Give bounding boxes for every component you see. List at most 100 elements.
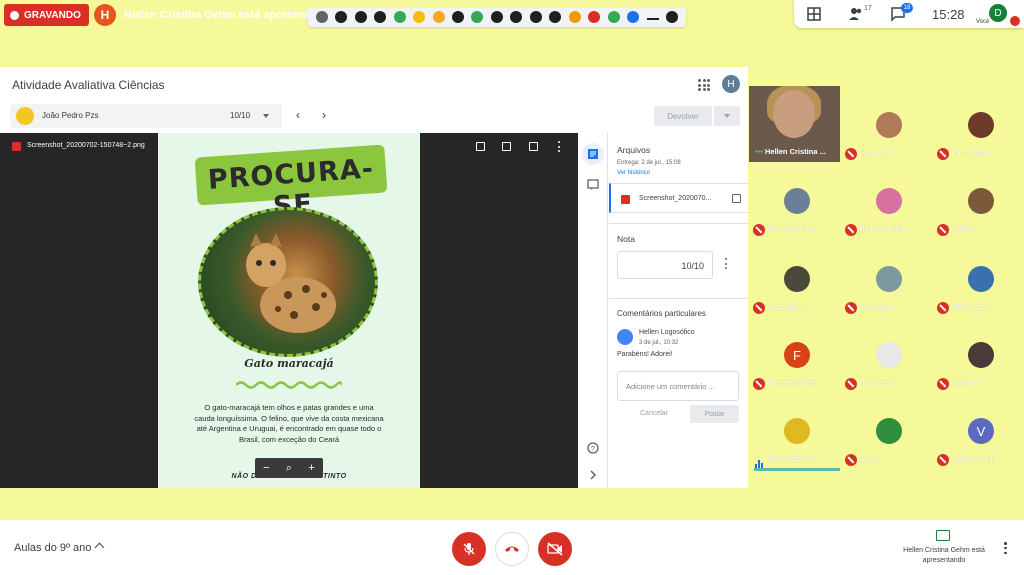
attendance-icon[interactable] xyxy=(393,11,406,23)
folder-icon[interactable] xyxy=(568,11,581,23)
participant-tile[interactable]: A Luiz xyxy=(844,418,932,478)
previous-student-button[interactable]: ‹ xyxy=(296,108,300,122)
add-comment-icon[interactable] xyxy=(475,141,486,152)
history-link[interactable]: Ver histórico xyxy=(617,170,650,176)
poster-description: O gato-maracajá tem olhos e patas grande… xyxy=(194,403,384,444)
mic-off-icon xyxy=(845,224,857,236)
calendar-icon[interactable] xyxy=(510,11,523,23)
people-icon[interactable] xyxy=(848,6,864,22)
participant-name: Igor quarto xyxy=(860,304,894,311)
participant-name: Fernanda Ague... xyxy=(768,226,822,233)
participant-name: Hugo Pilar xyxy=(860,150,893,157)
participant-tile[interactable]: mobile xyxy=(936,188,1024,248)
eye-icon[interactable] xyxy=(335,11,348,23)
present-screen-icon[interactable] xyxy=(936,530,950,541)
assignment-details-icon[interactable] xyxy=(587,148,599,160)
grade-more-icon[interactable] xyxy=(725,258,728,269)
rubric-icon[interactable] xyxy=(587,179,599,191)
participant-name: Barbosa Rumil xyxy=(860,226,906,233)
help-icon[interactable] xyxy=(627,11,640,23)
open-in-new-icon[interactable] xyxy=(732,194,741,203)
assignment-title: Atividade Avaliativa Ciências xyxy=(12,78,165,92)
audio-level-icon xyxy=(755,455,765,468)
participant-tile[interactable]: F Frederico Sales... xyxy=(752,342,840,402)
participant-tile[interactable]: V Valentina Aldo xyxy=(936,418,1024,478)
divider xyxy=(609,223,748,224)
volume-icon[interactable] xyxy=(374,11,387,23)
quote-icon[interactable] xyxy=(529,11,542,23)
more-options-icon[interactable] xyxy=(558,141,561,152)
help-icon[interactable]: ? xyxy=(587,442,599,454)
chevron-down-icon xyxy=(263,114,269,118)
emoji-icon[interactable] xyxy=(432,11,445,23)
zoom-out-button[interactable]: − xyxy=(263,462,269,474)
comment-author: Hellen Logosófico xyxy=(639,329,695,336)
participant-tile[interactable]: Lucas Bastal... xyxy=(752,266,840,326)
wave-decoration xyxy=(236,381,342,389)
move-icon[interactable] xyxy=(666,11,679,23)
participant-name: Paulo Maria xyxy=(952,150,990,157)
participant-avatar xyxy=(968,188,994,214)
presenter-avatar: H xyxy=(94,4,116,26)
participant-name: Lucas Bastal... xyxy=(768,304,814,311)
comments-heading: Comentários particulares xyxy=(617,309,706,318)
hand-icon[interactable] xyxy=(413,11,426,23)
comment-input[interactable]: Adicione um comentário ... xyxy=(617,371,739,401)
participant-tile[interactable]: Bernardeira xyxy=(844,342,932,402)
participant-tile[interactable]: Hugo Pilar xyxy=(844,112,932,172)
camera-toggle-button[interactable] xyxy=(538,532,572,566)
clock-icon[interactable] xyxy=(354,11,367,23)
presenter-video-tile[interactable]: ••• Hellen Cristina ... xyxy=(749,86,840,162)
participant-avatar xyxy=(876,112,902,138)
share-icon[interactable] xyxy=(452,11,465,23)
participant-name: A Luiz xyxy=(860,456,880,463)
student-name: João Pedro Pzs xyxy=(42,111,99,120)
document-icon[interactable] xyxy=(549,11,562,23)
cancel-button[interactable]: Cancelar xyxy=(640,410,668,417)
mic-toggle-button[interactable] xyxy=(452,532,486,566)
meeting-name[interactable]: Aulas do 9º ano xyxy=(14,542,91,554)
participant-avatar xyxy=(968,112,994,138)
chevron-up-icon[interactable] xyxy=(94,542,105,553)
person-icon[interactable] xyxy=(588,11,601,23)
attached-file-chip[interactable]: Screenshot_2020070... xyxy=(609,183,748,213)
participant-tile[interactable]: João marco xyxy=(936,266,1024,326)
settings-icon[interactable] xyxy=(490,11,503,23)
mic-off-icon xyxy=(753,302,765,314)
print-icon[interactable] xyxy=(501,141,512,152)
layout-icon[interactable] xyxy=(806,6,822,22)
grade-input[interactable]: 10/10 xyxy=(617,251,713,279)
participant-avatar xyxy=(876,266,902,292)
participant-name: Laura Fit xyxy=(952,380,980,387)
apps-grid-icon[interactable] xyxy=(698,79,710,91)
info-icon[interactable] xyxy=(315,11,328,23)
poster-image: PROCURA-SE Gato maracajá O gato-maracajá… xyxy=(158,133,420,488)
mic-off-icon xyxy=(937,302,949,314)
return-button[interactable]: Devolver xyxy=(654,106,712,126)
play-store-icon[interactable] xyxy=(607,11,620,23)
more-options-icon[interactable] xyxy=(1004,542,1007,554)
return-options-button[interactable] xyxy=(714,106,740,126)
participant-tile[interactable]: Fernanda Ague... xyxy=(752,188,840,248)
leave-call-button[interactable] xyxy=(495,532,529,566)
download-icon[interactable] xyxy=(528,141,539,152)
account-avatar[interactable]: H xyxy=(722,75,740,93)
files-heading: Arquivos xyxy=(617,145,651,155)
participant-tile[interactable]: Laura Fit xyxy=(936,342,1024,402)
minimize-icon[interactable] xyxy=(646,14,659,20)
participant-tile[interactable]: Barbosa Rumil xyxy=(844,188,932,248)
student-selector[interactable]: João Pedro Pzs 10/10 xyxy=(10,104,282,128)
participant-avatar xyxy=(784,188,810,214)
you-label: Você xyxy=(976,19,990,25)
chevron-right-icon[interactable] xyxy=(587,469,599,481)
poster-subtitle: Gato maracajá xyxy=(244,357,334,370)
participant-tile[interactable]: Paulo Maria xyxy=(936,112,1024,172)
zoom-in-button[interactable]: + xyxy=(308,462,314,474)
next-student-button[interactable]: › xyxy=(322,108,326,122)
participant-tile[interactable]: João Pedro Pzs xyxy=(752,418,840,478)
post-button[interactable]: Postar xyxy=(690,405,739,423)
chat-bubble-icon[interactable] xyxy=(471,11,484,23)
mic-off-icon xyxy=(845,378,857,390)
participant-tile[interactable]: Igor quarto xyxy=(844,266,932,326)
participant-avatar xyxy=(876,342,902,368)
